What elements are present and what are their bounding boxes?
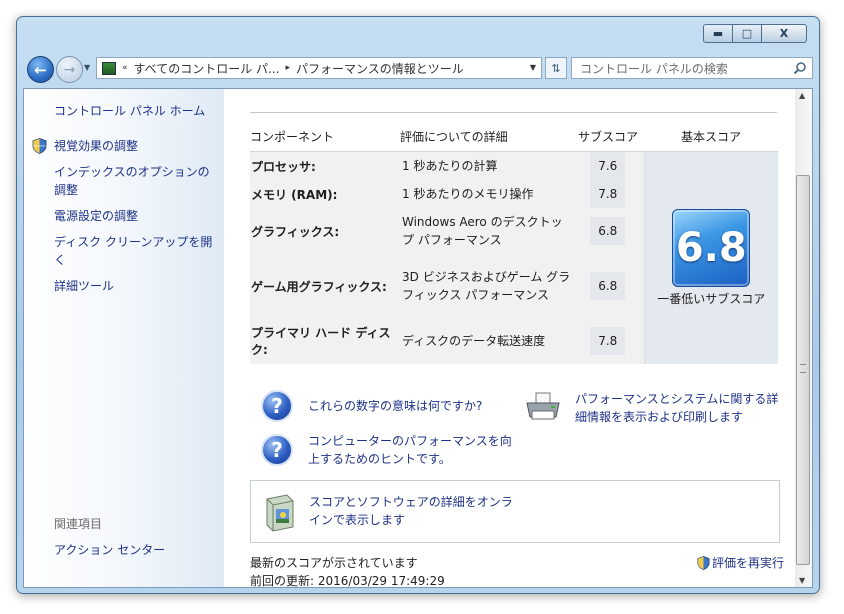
help-icon[interactable]: ? (261, 434, 293, 466)
score-table: コンポーネント 評価についての詳細 サブスコア 基本スコア プロセッサ: 1 秒… (250, 121, 778, 364)
uac-shield-icon (697, 555, 710, 570)
search-box[interactable]: コントロール パネルの検索 (571, 57, 813, 79)
recent-pages-dropdown[interactable]: ▼ (84, 63, 90, 72)
window-controls: ▬ □ X (703, 24, 807, 43)
search-input[interactable]: コントロール パネルの検索 (572, 60, 728, 77)
sidebar-home-link[interactable]: コントロール パネル ホーム (54, 102, 205, 119)
performance-tips-link[interactable]: コンピューターのパフォーマンスを向上するためのヒントです。 (308, 432, 518, 468)
subscore-value: 7.8 (590, 327, 626, 355)
sidebar-item-power-settings[interactable]: 電源設定の調整 (54, 207, 219, 225)
table-header: コンポーネント 評価についての詳細 サブスコア 基本スコア (250, 121, 778, 152)
scroll-thumb[interactable] (796, 175, 810, 565)
software-box-icon (266, 494, 294, 532)
header-basescore: 基本スコア (644, 121, 778, 152)
search-icon[interactable] (793, 61, 807, 75)
breadcrumb-all-control-panel[interactable]: すべてのコントロール パ... (134, 60, 280, 77)
arrow-right-icon: → (63, 61, 76, 78)
minimize-button[interactable]: ▬ (703, 24, 733, 43)
sidebar-item-visual-effects[interactable]: 視覚効果の調整 (54, 137, 219, 155)
related-header: 関連項目 (54, 517, 103, 531)
component-name: メモリ (RAM): (250, 180, 400, 208)
table-row-processor: プロセッサ: 1 秒あたりの計算 7.6 6.8 一番低いサブスコア (250, 151, 778, 364)
component-name: グラフィックス: (250, 208, 400, 254)
component-name: プロセッサ: (250, 151, 400, 180)
help-icon[interactable]: ? (261, 390, 293, 422)
address-overflow-chevron[interactable]: « (122, 63, 128, 73)
what-numbers-mean-link[interactable]: これらの数字の意味は何ですか? (308, 397, 482, 414)
control-panel-icon (102, 61, 116, 75)
breadcrumb-performance[interactable]: パフォーマンスの情報とツール (296, 60, 464, 77)
component-name: ゲーム用グラフィックス: (250, 254, 400, 318)
status-text: 最新のスコアが示されています 前回の更新: 2016/03/29 17:49:2… (250, 554, 445, 588)
component-detail: 1 秒あたりのメモリ操作 (400, 180, 572, 208)
header-detail: 評価についての詳細 (400, 121, 572, 152)
refresh-button[interactable]: ⇅ (545, 57, 567, 79)
status-line-current: 最新のスコアが示されています (250, 556, 418, 570)
base-score-cell: 6.8 一番低いサブスコア (643, 151, 778, 364)
window: ▬ □ X ← → ▼ « すべてのコントロール パ... ▸ パフォーマンスの… (16, 16, 820, 594)
refresh-icon: ⇅ (551, 61, 561, 75)
sidebar-item-disk-cleanup[interactable]: ディスク クリーンアップを開く (54, 233, 219, 269)
address-bar[interactable]: « すべてのコントロール パ... ▸ パフォーマンスの情報とツール ▼ (96, 57, 542, 79)
sidebar-item-advanced-tools[interactable]: 詳細ツール (54, 277, 219, 295)
online-details-box: スコアとソフトウェアの詳細をオンラインで表示します (250, 480, 780, 543)
status-line-last-updated: 前回の更新: 2016/03/29 17:49:29 (250, 574, 445, 588)
base-score-label: 一番低いサブスコア (657, 292, 766, 306)
print-details-link[interactable]: パフォーマンスとシステムに関する詳細情報を表示および印刷します (575, 390, 785, 426)
uac-shield-icon (32, 138, 47, 154)
component-detail: 3D ビジネスおよびゲーム グラフィックス パフォーマンス (400, 254, 572, 318)
online-details-link[interactable]: スコアとソフトウェアの詳細をオンラインで表示します (309, 493, 514, 529)
header-component: コンポーネント (250, 121, 400, 152)
subscore-value: 6.8 (590, 217, 626, 245)
back-button[interactable]: ← (27, 56, 54, 83)
content-area: コントロール パネル ホーム 視覚効果の調整 インデックスのオプションの調整 電… (23, 88, 813, 588)
subscore-value: 7.8 (590, 180, 626, 208)
base-score-badge: 6.8 (672, 209, 751, 287)
main-panel: コンポーネント 評価についての詳細 サブスコア 基本スコア プロセッサ: 1 秒… (224, 89, 795, 587)
breadcrumb-separator[interactable]: ▸ (285, 63, 290, 73)
component-detail: Windows Aero のデスクトップ パフォーマンス (400, 208, 572, 254)
sidebar-item-indexing-options[interactable]: インデックスのオプションの調整 (54, 163, 219, 199)
printer-icon (526, 392, 560, 420)
close-button[interactable]: X (761, 24, 807, 43)
sidebar: コントロール パネル ホーム 視覚効果の調整 インデックスのオプションの調整 電… (24, 89, 224, 587)
subscore-value: 7.6 (590, 152, 626, 180)
arrow-left-icon: ← (34, 60, 47, 79)
subscore-value: 6.8 (590, 272, 626, 300)
forward-button[interactable]: → (56, 56, 83, 83)
rerun-assessment-link[interactable]: 評価を再実行 (712, 554, 784, 571)
rerun-assessment-button[interactable]: 評価を再実行 (697, 554, 784, 571)
header-subscore: サブスコア (572, 121, 644, 152)
scroll-up-icon[interactable]: ▲ (799, 91, 805, 100)
address-dropdown-icon[interactable]: ▼ (530, 63, 536, 72)
scroll-down-icon[interactable]: ▼ (799, 576, 805, 585)
top-divider (250, 112, 777, 113)
sidebar-item-action-center[interactable]: アクション センター (54, 541, 219, 559)
maximize-button[interactable]: □ (732, 24, 762, 43)
navigation-bar: ← → ▼ « すべてのコントロール パ... ▸ パフォーマンスの情報とツール… (23, 54, 813, 84)
vertical-scrollbar[interactable]: ▲ ▼ (795, 89, 812, 587)
component-detail: 1 秒あたりの計算 (400, 151, 572, 180)
component-name: プライマリ ハード ディスク: (250, 318, 400, 364)
scroll-grip-icon (800, 364, 806, 373)
component-detail: ディスクのデータ転送速度 (400, 318, 572, 364)
